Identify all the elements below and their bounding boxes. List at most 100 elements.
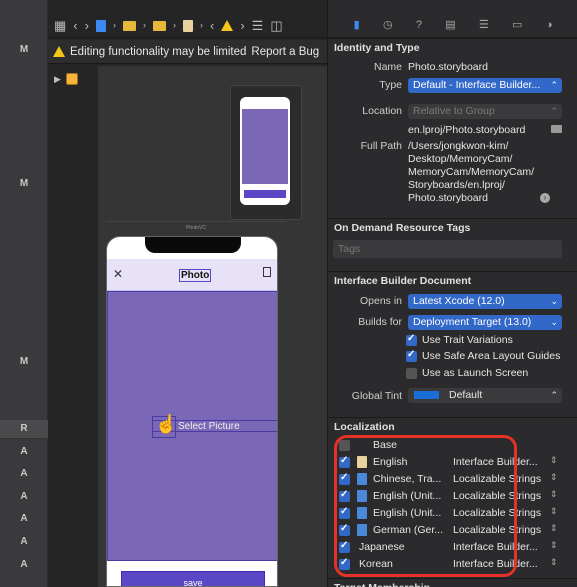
thumbnail-photo-area	[242, 109, 288, 184]
split-editor-icon[interactable]: ◫	[270, 19, 282, 32]
popup-arrow-icon: ⌃	[550, 390, 558, 400]
identity-section-heading: Identity and Type	[327, 38, 577, 56]
use-trait-variations-label: Use Trait Variations	[422, 334, 513, 346]
photo-image-view[interactable]: ☝ Select Picture	[107, 291, 277, 561]
close-icon[interactable]: ✕	[113, 267, 123, 281]
popup-arrow-icon: ⌄	[550, 317, 558, 327]
scm-status-added: A	[20, 491, 28, 502]
folder-icon[interactable]	[122, 20, 136, 31]
share-icon[interactable]	[263, 267, 271, 277]
stepper-icon[interactable]: ⇕	[550, 506, 558, 517]
size-icon[interactable]: ▭	[512, 18, 522, 31]
scene-thumbnail-phone[interactable]	[240, 97, 290, 205]
stepper-icon[interactable]: ⇕	[550, 540, 558, 551]
builds-for-label: Builds for	[358, 316, 402, 328]
location-label: Location	[362, 105, 402, 117]
navigation-bar[interactable]: ✕ Photo	[107, 259, 277, 291]
use-as-launch-screen-checkbox[interactable]	[406, 368, 417, 379]
global-tint-label: Global Tint	[351, 390, 402, 402]
file-inspector-icon[interactable]: ▮	[354, 18, 360, 31]
nav-title[interactable]: Photo	[179, 269, 212, 282]
builds-for-value: Deployment Target (13.0)	[413, 316, 532, 328]
fullpath-line: MemoryCam/MemoryCam/	[408, 166, 535, 178]
stepper-icon[interactable]: ⇕	[550, 523, 558, 534]
scm-status-added: A	[20, 446, 28, 457]
help-icon[interactable]: ?	[416, 19, 422, 31]
fullpath-label: Full Path	[360, 140, 402, 152]
stepper-icon[interactable]: ⇕	[550, 455, 558, 466]
folder-icon[interactable]	[152, 20, 166, 31]
fullpath-line: /Users/jongkwon-kim/	[408, 140, 509, 152]
scm-status-modified: M	[19, 44, 29, 55]
reveal-arrow-icon[interactable]: ›	[540, 193, 550, 203]
phone-notch	[145, 237, 241, 253]
stepper-icon[interactable]: ⇕	[550, 489, 558, 500]
chevron-right-icon: ›	[142, 20, 146, 30]
scm-status-added: A	[20, 513, 28, 524]
use-safe-area-checkbox[interactable]	[406, 349, 417, 362]
tint-color-swatch	[414, 391, 439, 399]
disclosure-triangle-icon[interactable]: ▶	[54, 74, 61, 84]
location-popup-value: Relative to Group	[413, 105, 495, 117]
storyboard-icon[interactable]	[182, 19, 193, 32]
fullpath-line: Photo.storyboard	[408, 192, 488, 204]
fullpath-line: Storyboards/en.lproj/	[408, 179, 505, 191]
ib-document-heading: Interface Builder Document	[327, 271, 577, 289]
identity-icon[interactable]: ▤	[445, 18, 455, 31]
opens-in-label: Opens in	[359, 295, 402, 307]
inspector-tabs: ▮ ◷ ? ▤ ☰ ▭ ◑	[328, 12, 577, 38]
use-as-launch-screen-label: Use as Launch Screen	[422, 367, 529, 379]
scm-status-modified: M	[19, 178, 29, 189]
type-popup-value: Default - Interface Builder...	[413, 79, 541, 91]
select-picture-label[interactable]: Select Picture	[178, 421, 240, 432]
warning-text: Editing functionality may be limited	[70, 45, 247, 58]
popup-arrow-icon: ⌄	[550, 296, 558, 306]
outline-disclosure[interactable]: ▶	[54, 73, 78, 85]
scm-status-added: A	[20, 468, 28, 479]
warning-icon	[53, 46, 65, 57]
file-icon[interactable]	[95, 19, 106, 32]
stepper-icon[interactable]: ⇕	[550, 557, 558, 568]
lines-icon[interactable]: ☰	[252, 19, 264, 32]
save-button[interactable]: save	[121, 571, 265, 586]
use-trait-variations-checkbox[interactable]	[406, 333, 417, 346]
use-safe-area-label: Use Safe Area Layout Guides	[422, 350, 561, 362]
fullpath-line: Desktop/MemoryCam/	[408, 153, 513, 165]
scene-icon	[65, 73, 78, 85]
hand-pointer-icon[interactable]: ☝	[155, 414, 177, 435]
back-icon[interactable]: ‹	[73, 19, 77, 32]
warning-icon[interactable]	[221, 20, 234, 31]
location-popup[interactable]: Relative to Group ⌃	[408, 104, 562, 119]
history-icon[interactable]: ◷	[383, 18, 393, 31]
builds-for-popup[interactable]: Deployment Target (13.0) ⌄	[408, 315, 562, 330]
report-bug-link[interactable]: Report a Bug	[251, 46, 319, 58]
opens-in-value: Latest Xcode (12.0)	[413, 295, 505, 307]
chevron-left-icon[interactable]: ‹	[210, 19, 214, 32]
opens-in-popup[interactable]: Latest Xcode (12.0) ⌄	[408, 294, 562, 309]
on-demand-heading: On Demand Resource Tags	[327, 218, 577, 236]
jump-bar: ▦ ‹ › › › › › ‹ › ☰ ◫	[48, 14, 327, 38]
grid-icon[interactable]: ▦	[54, 19, 66, 32]
global-tint-value: Default	[449, 389, 483, 401]
location-file: en.lproj/Photo.storyboard	[408, 124, 526, 136]
tags-input[interactable]: Tags	[333, 240, 562, 258]
stepper-icon[interactable]: ⇕	[550, 472, 558, 483]
folder-icon[interactable]	[551, 125, 562, 133]
scene-label: PhotoVC	[106, 221, 286, 233]
scm-status-added: A	[20, 536, 28, 547]
thumbnail-button	[244, 190, 286, 198]
chevron-right-icon[interactable]: ›	[240, 19, 244, 32]
attributes-icon[interactable]: ☰	[479, 18, 489, 31]
chevron-right-icon: ›	[172, 20, 176, 30]
localization-heading: Localization	[327, 417, 577, 435]
scm-status-replaced: R	[20, 423, 28, 434]
name-value[interactable]: Photo.storyboard	[408, 61, 488, 73]
connections-icon[interactable]: ◑	[546, 19, 553, 31]
annotation-highlight-ring	[334, 435, 517, 577]
forward-icon[interactable]: ›	[85, 19, 89, 32]
type-popup[interactable]: Default - Interface Builder... ⌃	[408, 78, 562, 93]
name-label: Name	[373, 61, 402, 73]
view-controller-scene[interactable]: ✕ Photo ☝ Select Picture save	[106, 236, 278, 587]
chevron-right-icon: ›	[199, 20, 203, 30]
type-label: Type	[379, 79, 402, 91]
